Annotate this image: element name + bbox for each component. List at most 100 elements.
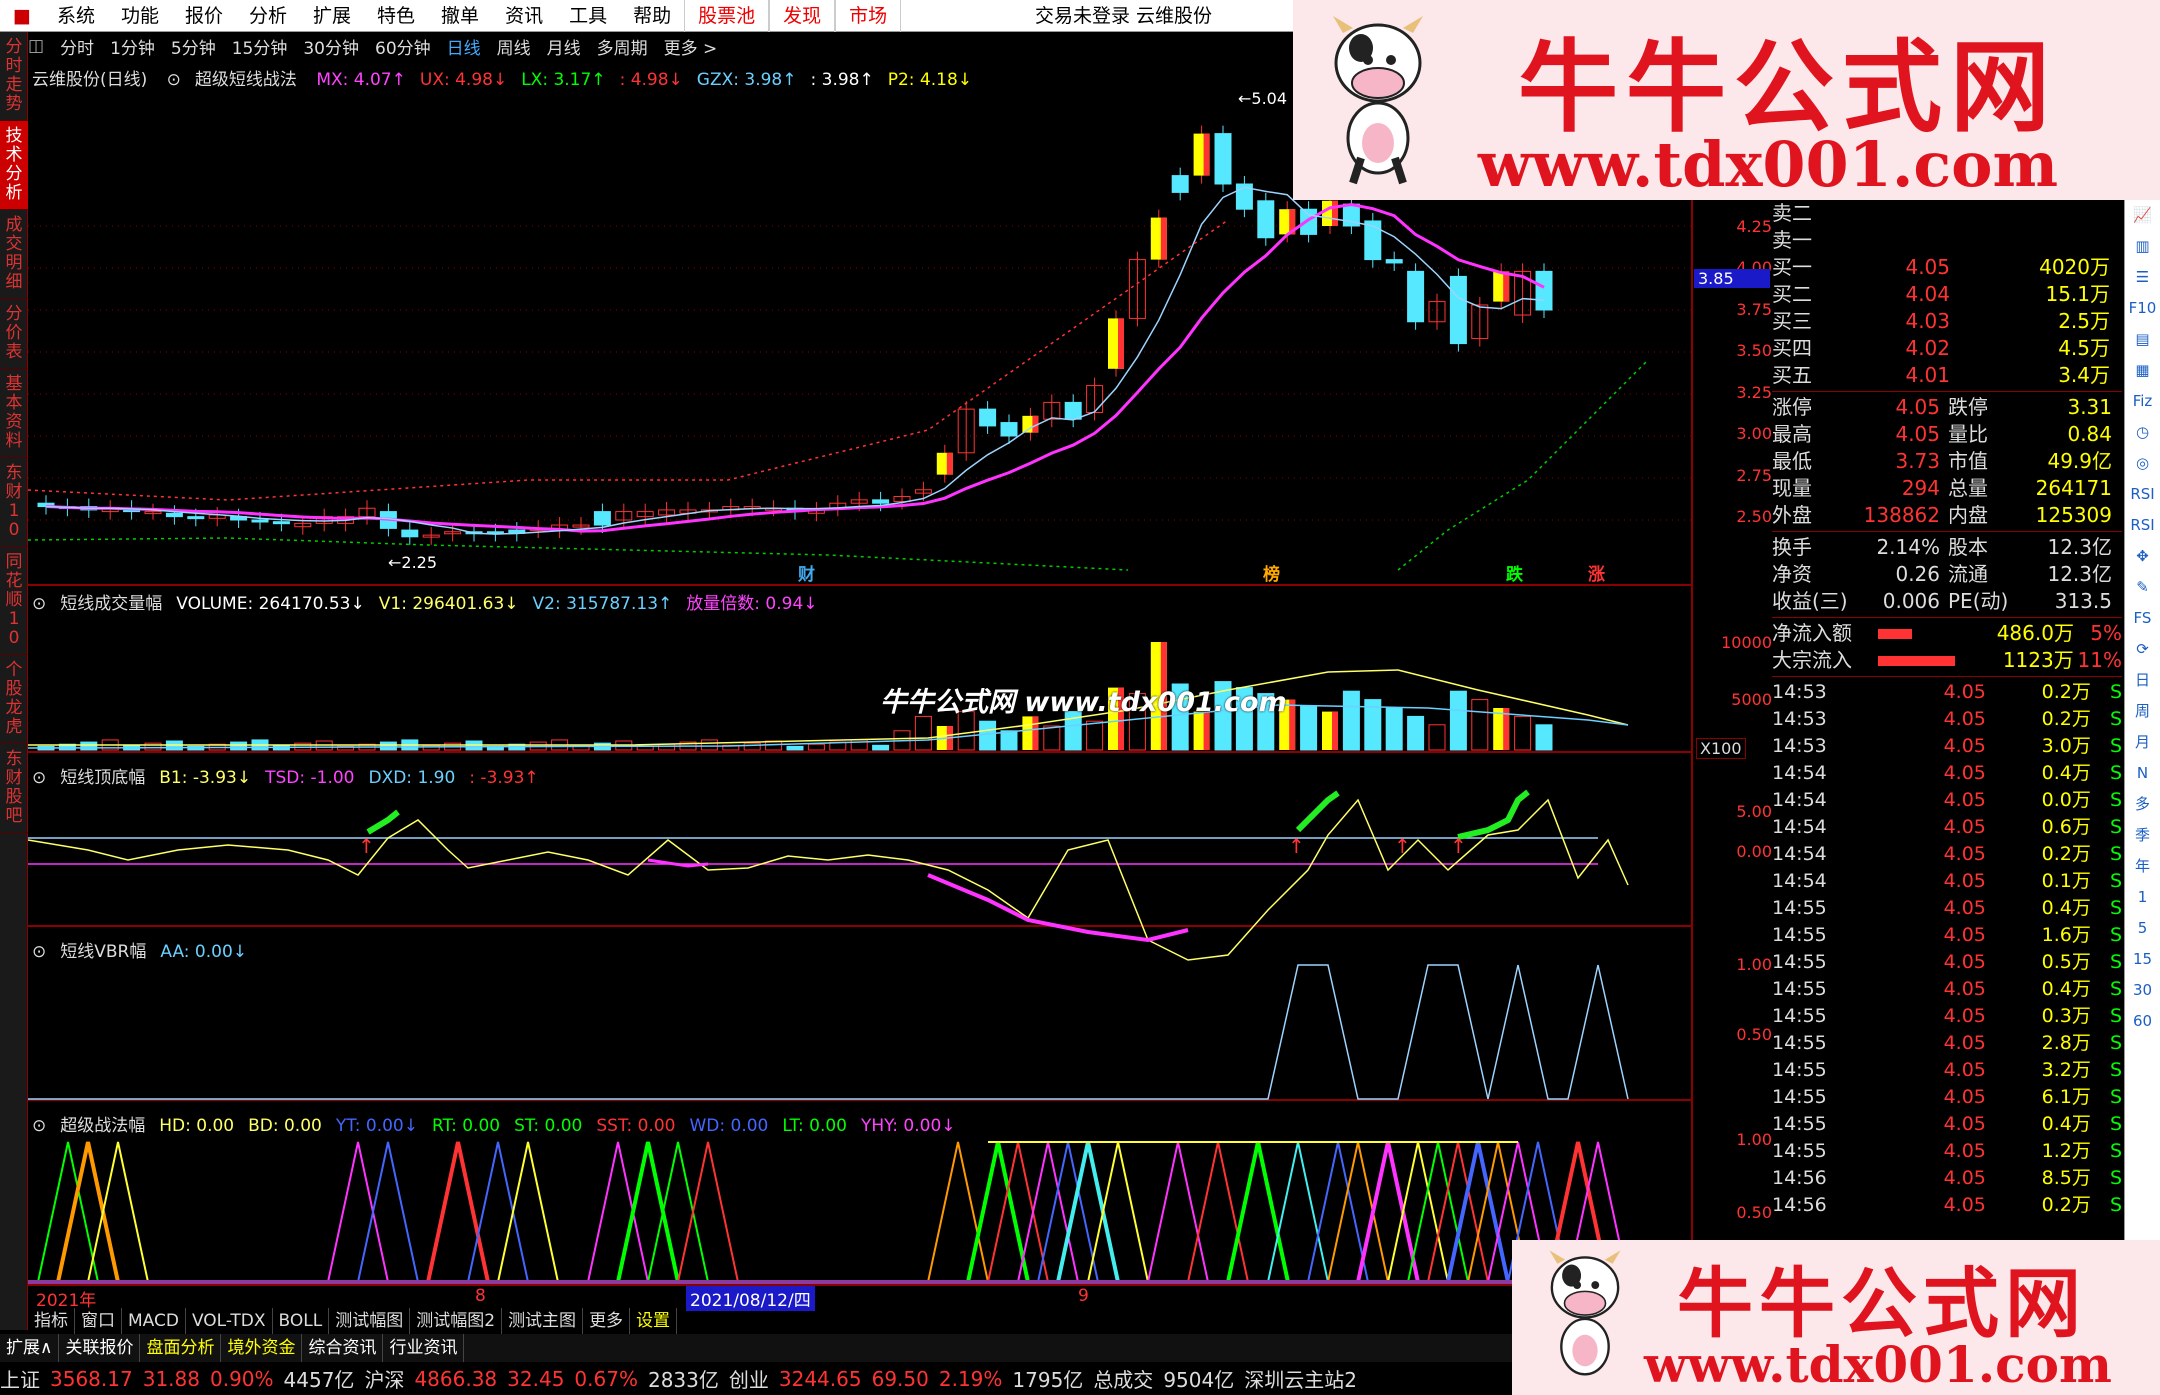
indicator-dropdown-icon[interactable]: ⊙ (167, 70, 181, 90)
indicator-tab-8[interactable]: 更多 (583, 1308, 631, 1334)
left-tab-1[interactable]: 技术分析 (0, 121, 28, 210)
date-cursor-label: 2021/08/12/四 (686, 1286, 815, 1311)
panel-settings-icon[interactable]: ⊙ (32, 1116, 46, 1136)
menu-red-item-2[interactable]: 市场 (835, 0, 902, 32)
period-tab-3[interactable]: 15分钟 (232, 34, 288, 59)
ext-tab-3[interactable]: 境外资金 (221, 1334, 303, 1362)
pencil-icon[interactable]: ✎ (2125, 572, 2160, 603)
window-toggle-icon[interactable]: ◫ (28, 36, 44, 56)
candle-icon[interactable]: ▥ (2125, 231, 2160, 262)
menu-item-0[interactable]: 系统 (44, 0, 108, 32)
volume-bar (1300, 705, 1318, 751)
period-tab-8[interactable]: 月线 (547, 34, 581, 59)
indicator-tab-3[interactable]: VOL-TDX (186, 1308, 273, 1334)
list-icon[interactable]: ☰ (2125, 262, 2160, 293)
indicator-tab-4[interactable]: BOLL (273, 1308, 330, 1334)
f10-icon[interactable]: F10 (2125, 293, 2160, 324)
left-tab-7[interactable]: 个股龙虎 (0, 655, 28, 744)
menu-item-4[interactable]: 扩展 (300, 0, 364, 32)
period-tab-7[interactable]: 周线 (497, 34, 531, 59)
period-shortcut-5[interactable]: 季 (2125, 820, 2160, 851)
period-shortcut-8[interactable]: 5 (2125, 913, 2160, 944)
indicator-tab-7[interactable]: 测试主图 (502, 1308, 584, 1334)
menu-red-item-0[interactable]: 股票池 (684, 0, 770, 32)
period-tab-1[interactable]: 1分钟 (110, 34, 155, 59)
period-tab-6[interactable]: 日线 (447, 34, 481, 59)
super-triangle (1407, 1141, 1469, 1283)
period-tab-5[interactable]: 60分钟 (375, 34, 431, 59)
period-shortcut-4[interactable]: 多 (2125, 789, 2160, 820)
menu-item-9[interactable]: 帮助 (620, 0, 684, 32)
indicator-tab-0[interactable]: 指标 (28, 1308, 75, 1334)
left-tab-2[interactable]: 成交明细 (0, 210, 28, 299)
indicator-param-3: 放量倍数: 0.94↓ (686, 594, 818, 614)
rsi-icon[interactable]: RSI (2125, 479, 2160, 510)
menu-item-2[interactable]: 报价 (172, 0, 236, 32)
left-tab-0[interactable]: 分时走势 (0, 32, 28, 121)
ext-tab-2[interactable]: 盘面分析 (140, 1334, 222, 1362)
cross-arrows-icon[interactable]: ✥ (2125, 541, 2160, 572)
sh-index-label[interactable]: 上证 (0, 1364, 40, 1393)
period-shortcut-11[interactable]: 60 (2125, 1006, 2160, 1037)
sz-index-label[interactable]: 沪深 (364, 1364, 404, 1393)
menu-red-item-1[interactable]: 发现 (769, 0, 836, 32)
indicator-tab-9[interactable]: 设置 (630, 1308, 678, 1334)
period-shortcut-6[interactable]: 年 (2125, 851, 2160, 882)
left-tab-6[interactable]: 同花顺10 (0, 547, 28, 655)
period-shortcut-1[interactable]: 周 (2125, 696, 2160, 727)
left-tab-4[interactable]: 基本资料 (0, 369, 28, 458)
menu-item-5[interactable]: 特色 (364, 0, 428, 32)
menu-item-8[interactable]: 工具 (556, 0, 620, 32)
indicator-tab-6[interactable]: 测试幅图2 (410, 1308, 503, 1334)
cy-index-label[interactable]: 创业 (729, 1364, 769, 1393)
period-shortcut-9[interactable]: 15 (2125, 944, 2160, 975)
menu-item-7[interactable]: 资讯 (492, 0, 556, 32)
period-shortcut-10[interactable]: 30 (2125, 975, 2160, 1006)
fiz-icon[interactable]: Fiz (2125, 386, 2160, 417)
panel-settings-icon[interactable]: ⊙ (32, 768, 46, 788)
indicator-tab-1[interactable]: 窗口 (75, 1308, 122, 1334)
indicator-name[interactable]: 超级短线战法 (195, 70, 297, 90)
period-shortcut-0[interactable]: 日 (2125, 665, 2160, 696)
panel-settings-icon[interactable]: ⊙ (32, 942, 46, 962)
refresh-icon[interactable]: ⟳ (2125, 634, 2160, 665)
period-tab-4[interactable]: 30分钟 (303, 34, 359, 59)
ext-tab-4[interactable]: 综合资讯 (302, 1334, 384, 1362)
vbr-panel-name[interactable]: 短线VBR幅 (60, 942, 146, 962)
menu-item-6[interactable]: 撤单 (428, 0, 492, 32)
menu-item-3[interactable]: 分析 (236, 0, 300, 32)
rsi2-icon[interactable]: RSI (2125, 510, 2160, 541)
chart-line-icon[interactable]: 📈 (2125, 200, 2160, 231)
super-panel-name[interactable]: 超级战法幅 (60, 1116, 145, 1136)
period-tab-10[interactable]: 更多 > (664, 34, 718, 59)
volume-panel-name[interactable]: 短线成交量幅 (60, 594, 162, 614)
super-triangle (87, 1141, 149, 1283)
period-shortcut-3[interactable]: N (2125, 758, 2160, 789)
fund-row: 净资 0.26 流通 12.3亿 (1772, 561, 2122, 588)
tick-price: 4.05 (1943, 762, 1986, 784)
indicator-tab-2[interactable]: MACD (122, 1308, 186, 1334)
period-shortcut-2[interactable]: 月 (2125, 727, 2160, 758)
left-tab-3[interactable]: 分价表 (0, 299, 28, 369)
period-tab-0[interactable]: 分时 (60, 34, 94, 59)
watermark-top: 牛牛公式网 www.tdx001.com (1293, 0, 2160, 201)
menu-item-1[interactable]: 功能 (108, 0, 172, 32)
panel-settings-icon[interactable]: ⊙ (32, 594, 46, 614)
period-tab-2[interactable]: 5分钟 (171, 34, 216, 59)
calendar-icon[interactable]: ▦ (2125, 355, 2160, 386)
server-label[interactable]: 深圳云主站2 (1244, 1364, 1357, 1393)
left-tab-5[interactable]: 东财10 (0, 458, 28, 547)
indicator-tab-5[interactable]: 测试幅图 (329, 1308, 411, 1334)
target-icon[interactable]: ◎ (2125, 448, 2160, 479)
tick-time: 14:55 (1772, 1005, 1827, 1027)
clock-icon[interactable]: ◷ (2125, 417, 2160, 448)
fs-icon[interactable]: FS (2125, 603, 2160, 634)
period-shortcut-7[interactable]: 1 (2125, 882, 2160, 913)
ext-tab-1[interactable]: 关联报价 (59, 1334, 141, 1362)
news-icon[interactable]: ▤ (2125, 324, 2160, 355)
ext-tab-0[interactable]: 扩展∧ (0, 1334, 60, 1362)
left-tab-8[interactable]: 东财股吧 (0, 744, 28, 833)
period-tab-9[interactable]: 多周期 (597, 34, 648, 59)
topbottom-panel-name[interactable]: 短线顶底幅 (60, 768, 145, 788)
ext-tab-5[interactable]: 行业资讯 (383, 1334, 465, 1362)
